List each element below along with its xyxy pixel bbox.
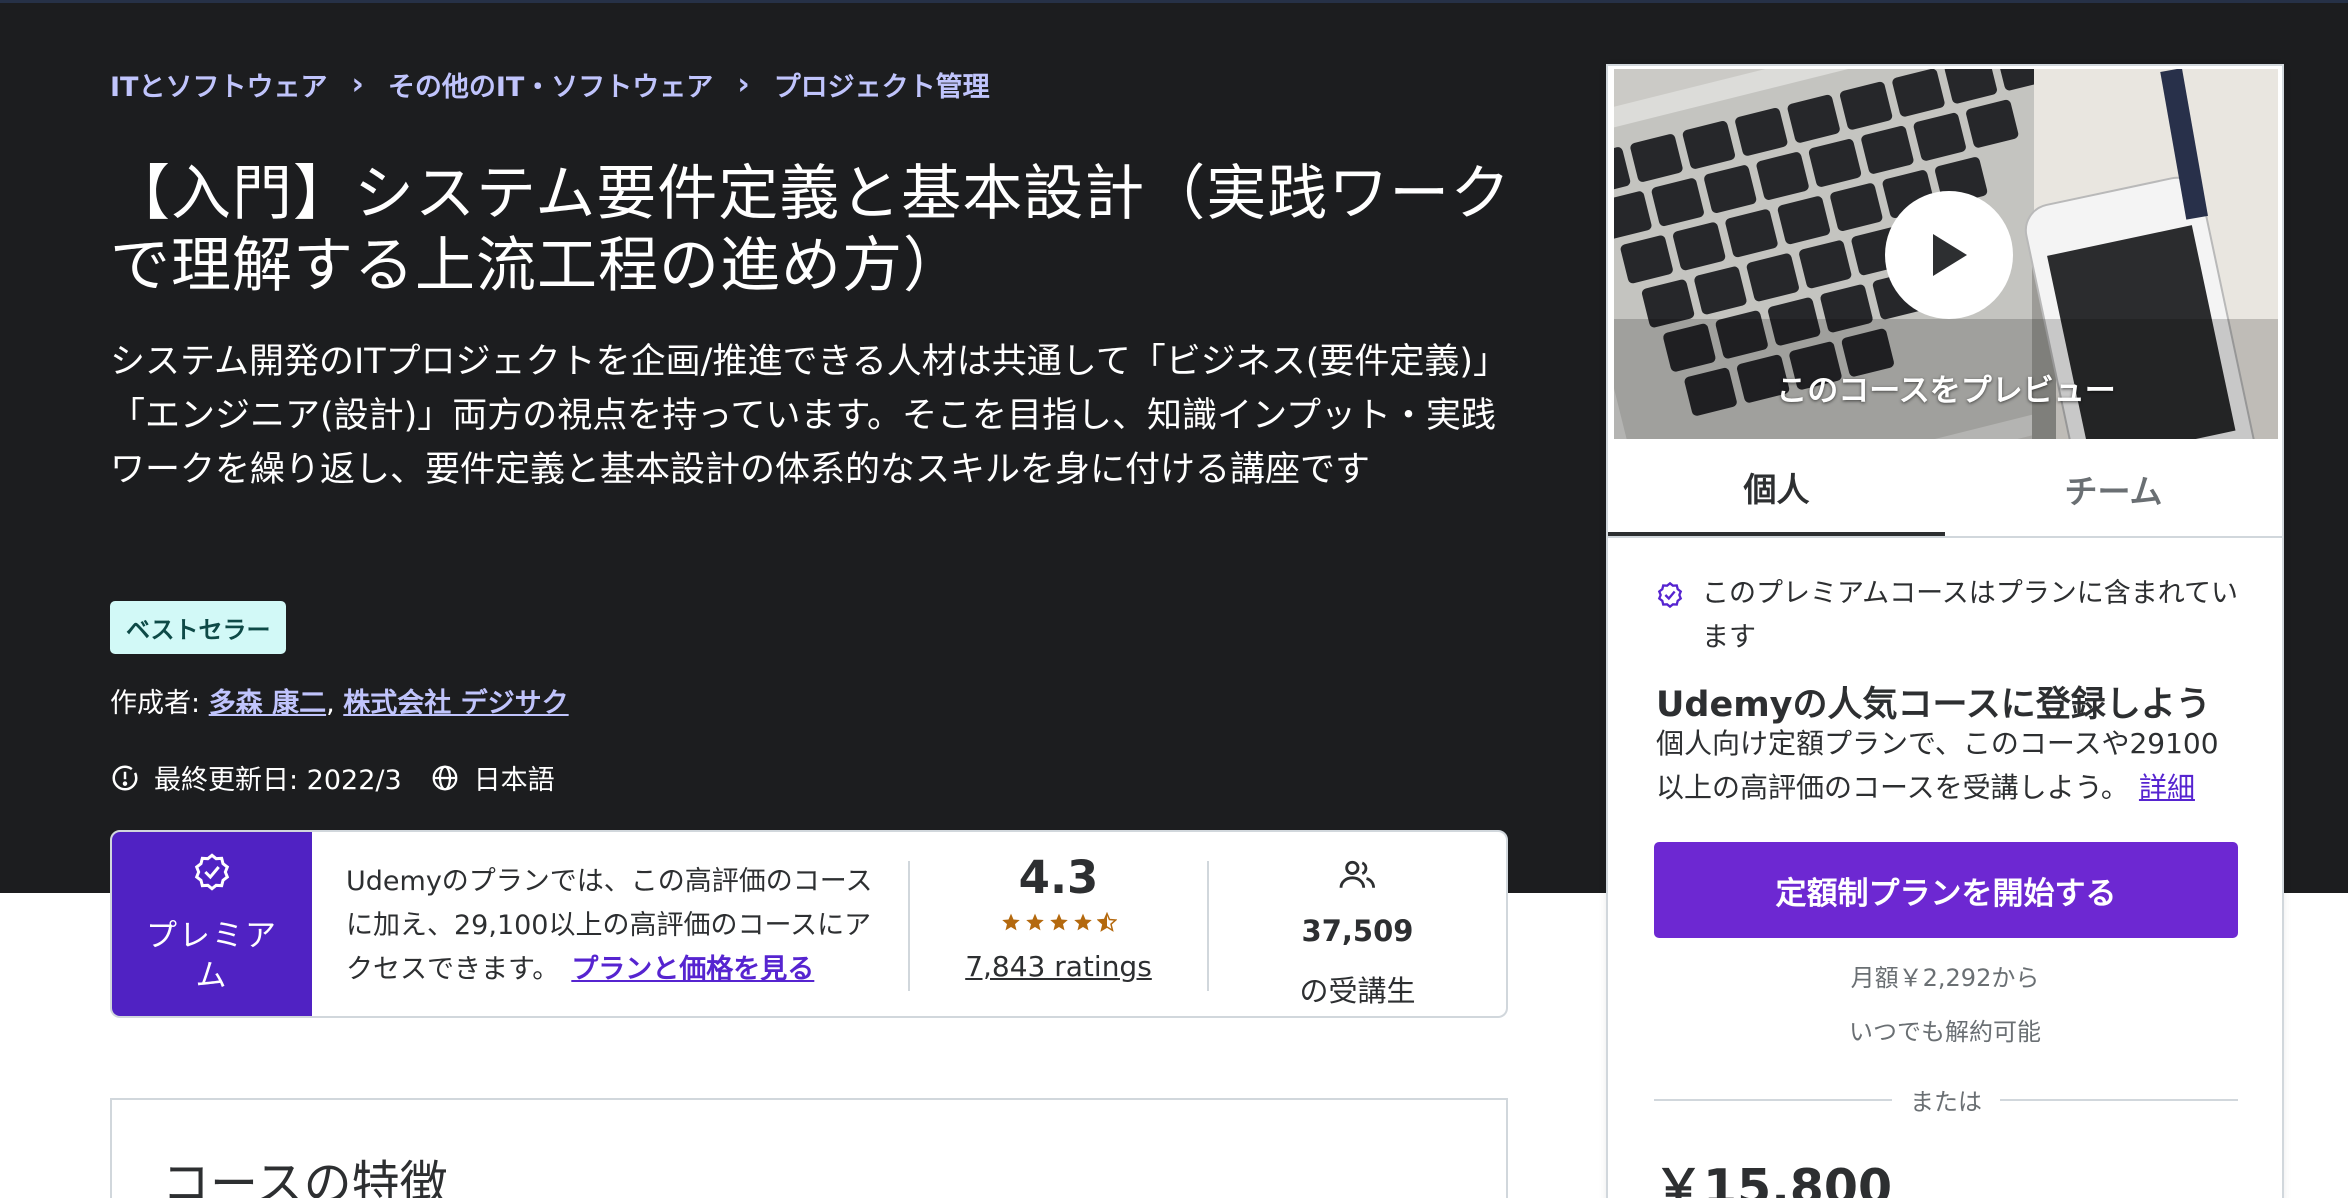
course-preview-video[interactable]: このコースをプレビュー — [1614, 69, 2278, 439]
subscription-headline: Udemyの人気コースに登録しよう — [1656, 685, 2211, 725]
bestseller-badge: ベストセラー — [110, 601, 287, 654]
star-half-icon — [1096, 912, 1117, 932]
purchase-sidebar: このコースをプレビュー 個人 チーム このプレミアムコースはプランに含まれていま… — [1606, 64, 2284, 1198]
course-title: 【入門】システム要件定義と基本設計（実践ワークで理解する上流工程の進め方） — [110, 159, 1512, 301]
included-note: このプレミアムコースはプランに含まれています — [1656, 572, 2256, 660]
included-note-text: このプレミアムコースはプランに含まれています — [1702, 578, 2238, 653]
badge-check-icon — [192, 852, 232, 902]
badge-check-icon — [1656, 581, 1684, 613]
preview-label: このコースをプレビュー — [1776, 373, 2116, 409]
rating-value: 4.3 — [1018, 851, 1099, 904]
details-link[interactable]: 詳細 — [2139, 771, 2195, 804]
author-link-digisaku[interactable]: 株式会社 デジサク — [343, 688, 568, 719]
course-language: 日本語 — [473, 765, 555, 796]
author-link-tamori[interactable]: 多森 康二 — [209, 688, 326, 719]
star-icon — [1001, 913, 1020, 931]
star-icon — [1073, 913, 1092, 931]
breadcrumb-item-it-software[interactable]: ITとソフトウェア — [110, 65, 327, 104]
course-features-title: コースの特徴 — [162, 1156, 448, 1198]
or-divider: または — [1654, 1082, 2238, 1117]
see-plans-link[interactable]: プランと価格を見る — [571, 954, 814, 985]
course-features-card: コースの特徴 — [110, 1098, 1508, 1198]
plan-tabs: 個人 チーム — [1608, 442, 2282, 538]
monthly-price-note: 月額￥2,292から — [1850, 964, 2040, 992]
globe-icon — [430, 763, 460, 793]
start-subscription-button[interactable]: 定額制プランを開始する — [1654, 842, 2238, 938]
play-button[interactable] — [1885, 191, 2013, 319]
tab-team[interactable]: チーム — [1945, 442, 2282, 536]
course-price: ￥15,800 — [1654, 1159, 1893, 1198]
author-separator: , — [326, 688, 344, 719]
premium-label: プレミアム — [146, 918, 278, 994]
star-icon — [1049, 913, 1068, 931]
or-label: または — [1910, 1088, 1982, 1116]
author-prefix: 作成者: — [110, 688, 209, 719]
divider-line — [1654, 1098, 1892, 1101]
chevron-right-icon: › — [351, 66, 364, 102]
premium-banner: プレミアム Udemyのプランでは、この高評価のコースに加え、29,100以上の… — [110, 830, 1508, 1018]
last-updated: 最終更新日: 2022/3 — [154, 765, 402, 796]
divider-line — [2000, 1098, 2238, 1101]
subscription-description: 個人向け定額プランで、このコースや29100以上の高評価のコースを受講しよう。詳… — [1656, 722, 2246, 810]
star-rating — [1001, 912, 1117, 932]
students-count: 37,509 — [1301, 914, 1414, 948]
premium-description-block: Udemyのプランでは、この高評価のコースに加え、29,100以上の高評価のコー… — [312, 832, 908, 1016]
chevron-right-icon: › — [737, 66, 750, 102]
tab-personal[interactable]: 個人 — [1608, 442, 1945, 536]
ratings-count-link[interactable]: 7,843 ratings — [965, 950, 1152, 983]
breadcrumb-item-project-management[interactable]: プロジェクト管理 — [774, 65, 990, 104]
cancel-anytime-note: いつでも解約可能 — [1849, 1018, 2041, 1046]
clock-alert-icon — [110, 763, 140, 793]
course-subtitle: システム開発のITプロジェクトを企画/推進できる人材は共通して「ビジネス(要件定… — [110, 342, 1509, 490]
rating-stat: 4.3 7,843 ratings — [910, 832, 1207, 1016]
breadcrumb-item-other-it[interactable]: その他のIT・ソフトウェア — [388, 65, 713, 104]
breadcrumb: ITとソフトウェア › その他のIT・ソフトウェア › プロジェクト管理 — [110, 65, 990, 104]
author-line: 作成者: 多森 康二, 株式会社 デジサク — [110, 681, 569, 720]
course-meta: 最終更新日: 2022/3 日本語 — [110, 758, 555, 797]
premium-label-panel: プレミアム — [112, 832, 312, 1016]
play-icon — [1933, 234, 1967, 276]
students-label: の受講生 — [1299, 974, 1416, 1008]
students-stat: 37,509 の受講生 — [1209, 832, 1506, 1016]
subscription-description-text: 個人向け定額プランで、このコースや29100以上の高評価のコースを受講しよう。 — [1656, 727, 2219, 804]
star-icon — [1025, 913, 1044, 931]
users-icon — [1338, 858, 1378, 896]
